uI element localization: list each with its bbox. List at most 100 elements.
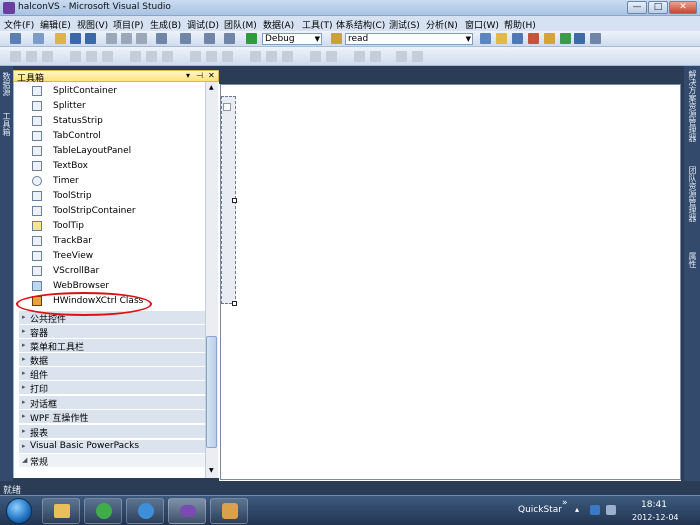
- toolbox-group-data[interactable]: ▸ 数据: [19, 352, 218, 367]
- paste-icon[interactable]: [136, 33, 147, 44]
- find-icon[interactable]: [331, 33, 342, 44]
- toolbox-group-reporting[interactable]: ▸ 报表: [19, 424, 218, 439]
- make-same-size-icon[interactable]: [162, 51, 173, 62]
- toolbox-item-splitcontainer[interactable]: SplitContainer: [19, 84, 206, 99]
- toolbox-item-treeview[interactable]: TreeView: [19, 249, 206, 264]
- clock-time[interactable]: 18:41: [641, 500, 667, 510]
- menu-view[interactable]: 视图(V): [77, 18, 108, 31]
- toolbox-item-statusstrip[interactable]: StatusStrip: [19, 114, 206, 129]
- menu-data[interactable]: 数据(A): [263, 18, 294, 31]
- center-horizontally-icon[interactable]: [310, 51, 321, 62]
- data-sources-tab[interactable]: 数据源: [1, 72, 12, 96]
- center-vertically-icon[interactable]: [326, 51, 337, 62]
- app-taskbar-button[interactable]: [84, 498, 122, 524]
- toolbox-item-tabcontrol[interactable]: TabControl: [19, 129, 206, 144]
- tray-expand-icon[interactable]: ▴: [575, 505, 579, 514]
- clock-date[interactable]: 2012-12-04: [632, 513, 679, 522]
- close-icon[interactable]: ✕: [208, 71, 215, 80]
- toolbox-item-textbox[interactable]: TextBox: [19, 159, 206, 174]
- menu-edit[interactable]: 编辑(E): [40, 18, 71, 31]
- chevron-right-icon[interactable]: »: [562, 498, 568, 508]
- properties-tab[interactable]: 属性: [687, 252, 698, 268]
- toolbox-item-toolstrip[interactable]: ToolStrip: [19, 189, 206, 204]
- sogou-taskbar-button[interactable]: [126, 498, 164, 524]
- increase-spacing-icon[interactable]: [206, 51, 217, 62]
- solution-configuration-combo[interactable]: Debug ▼: [262, 33, 322, 45]
- selected-control[interactable]: [221, 96, 237, 306]
- menu-analyze[interactable]: 分析(N): [426, 18, 458, 31]
- scroll-up-icon[interactable]: ▲: [209, 84, 214, 91]
- align-center-icon[interactable]: [26, 51, 37, 62]
- add-item-icon[interactable]: [33, 33, 44, 44]
- make-same-height-icon[interactable]: [146, 51, 157, 62]
- decrease-spacing-icon[interactable]: [222, 51, 233, 62]
- horizontal-spacing-icon[interactable]: [190, 51, 201, 62]
- toolbox-tab[interactable]: 工具箱: [1, 112, 12, 136]
- decrease-vspacing-icon[interactable]: [282, 51, 293, 62]
- toolbox-item-toolstripcontainer[interactable]: ToolStripContainer: [19, 204, 206, 219]
- team-explorer-tab[interactable]: 团队资源管理器: [687, 166, 698, 222]
- lock-controls-icon[interactable]: [412, 51, 423, 62]
- toolbox-item-tablelayoutpanel[interactable]: TableLayoutPanel: [19, 144, 206, 159]
- menu-debug[interactable]: 调试(D): [187, 18, 219, 31]
- copy-icon[interactable]: [121, 33, 132, 44]
- toolbar-options-icon[interactable]: [590, 33, 601, 44]
- toolbox-item-splitter[interactable]: Splitter: [19, 99, 206, 114]
- align-left-icon[interactable]: [10, 51, 21, 62]
- toolbox-group-wpf-interop[interactable]: ▸ WPF 互操作性: [19, 409, 218, 424]
- explorer-taskbar-button[interactable]: [42, 498, 80, 524]
- menu-test[interactable]: 测试(S): [389, 18, 420, 31]
- scrollbar-thumb[interactable]: [206, 336, 217, 448]
- find-in-files-icon[interactable]: [480, 33, 491, 44]
- start-button[interactable]: [6, 498, 32, 524]
- open-file-icon[interactable]: [55, 33, 66, 44]
- menu-architecture[interactable]: 体系结构(C): [336, 18, 385, 31]
- solution-explorer-tab[interactable]: 解决方案资源管理器: [687, 70, 698, 142]
- toolbox-group-components[interactable]: ▸ 组件: [19, 366, 218, 381]
- resize-handle[interactable]: [232, 301, 237, 306]
- paint-taskbar-button[interactable]: [210, 498, 248, 524]
- bring-to-front-icon[interactable]: [354, 51, 365, 62]
- cut-icon[interactable]: [106, 33, 117, 44]
- new-project-icon[interactable]: [10, 33, 21, 44]
- menu-file[interactable]: 文件(F): [4, 18, 34, 31]
- form-designer-surface[interactable]: [220, 84, 681, 480]
- send-to-back-icon[interactable]: [370, 51, 381, 62]
- toolbox-group-vb-powerpacks[interactable]: ▸ Visual Basic PowerPacks: [19, 439, 218, 453]
- align-top-icon[interactable]: [70, 51, 81, 62]
- save-icon[interactable]: [70, 33, 81, 44]
- toolbox-item-webbrowser[interactable]: WebBrowser: [19, 279, 206, 294]
- menu-team[interactable]: 团队(M): [224, 18, 257, 31]
- toolbox-group-printing[interactable]: ▸ 打印: [19, 380, 218, 395]
- minimize-button[interactable]: —: [627, 1, 647, 14]
- quickstar-toolbar[interactable]: QuickStar: [518, 505, 562, 515]
- undo-icon[interactable]: [156, 33, 167, 44]
- start-debugging-icon[interactable]: [246, 33, 257, 44]
- find-combo[interactable]: read ▼: [345, 33, 473, 45]
- align-bottom-icon[interactable]: [102, 51, 113, 62]
- menu-project[interactable]: 项目(P): [113, 18, 143, 31]
- tab-order-icon[interactable]: [396, 51, 407, 62]
- toolbox-group-containers[interactable]: ▸ 容器: [19, 324, 218, 339]
- increase-vspacing-icon[interactable]: [266, 51, 277, 62]
- auto-hide-pin-icon[interactable]: ⊣: [196, 71, 203, 80]
- redo-icon[interactable]: [180, 33, 191, 44]
- visual-studio-taskbar-button[interactable]: [168, 498, 206, 524]
- toolbox-group-menus-toolbars[interactable]: ▸ 菜单和工具栏: [19, 338, 218, 353]
- resize-handle[interactable]: [232, 198, 237, 203]
- toolbox-item-tooltip[interactable]: ToolTip: [19, 219, 206, 234]
- make-same-width-icon[interactable]: [130, 51, 141, 62]
- vertical-spacing-icon[interactable]: [250, 51, 261, 62]
- solution-explorer-icon[interactable]: [496, 33, 507, 44]
- toolbox-item-vscrollbar[interactable]: VScrollBar: [19, 264, 206, 279]
- align-middle-icon[interactable]: [86, 51, 97, 62]
- toolbox-item-trackbar[interactable]: TrackBar: [19, 234, 206, 249]
- toolbox-icon[interactable]: [544, 33, 555, 44]
- network-icon[interactable]: [590, 505, 600, 515]
- menu-help[interactable]: 帮助(H): [504, 18, 536, 31]
- extension-manager-icon[interactable]: [574, 33, 585, 44]
- toolbox-group-dialogs[interactable]: ▸ 对话框: [19, 395, 218, 410]
- menu-window[interactable]: 窗口(W): [465, 18, 499, 31]
- menu-tools[interactable]: 工具(T): [302, 18, 333, 31]
- navigate-forward-icon[interactable]: [224, 33, 235, 44]
